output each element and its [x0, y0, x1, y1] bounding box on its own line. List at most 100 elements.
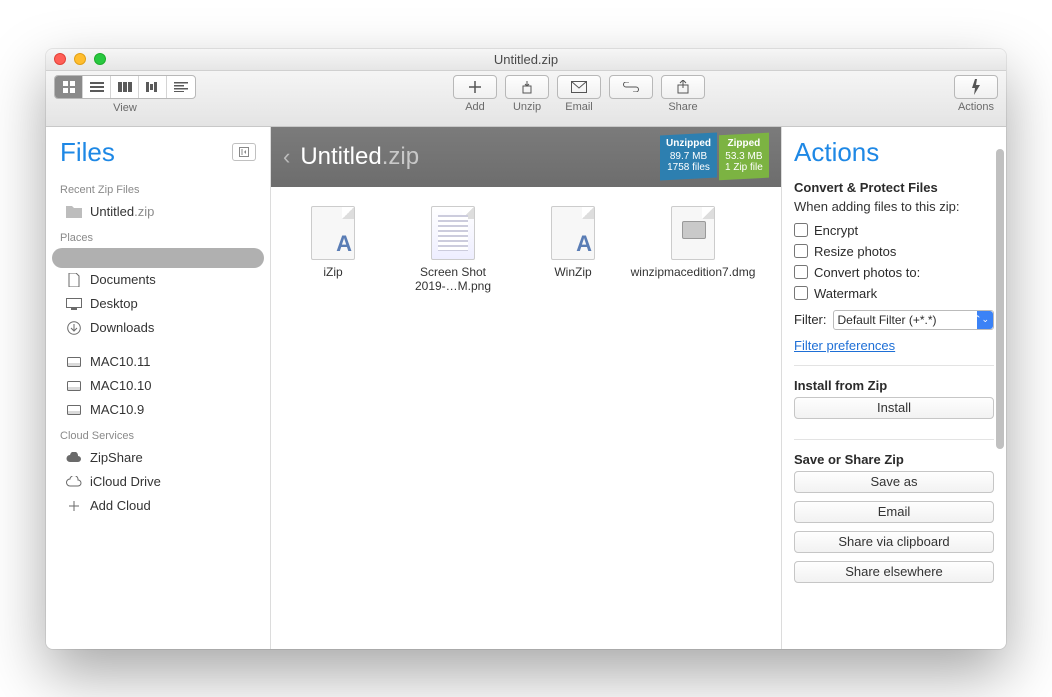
resize-label: Resize photos	[814, 244, 896, 259]
watermark-label: Watermark	[814, 286, 877, 301]
zip-ext: .zip	[382, 143, 419, 170]
place-label: Downloads	[90, 320, 154, 335]
recent-zip-item[interactable]: Untitled.zip	[52, 200, 264, 224]
filter-value: Default Filter (+*.*)	[838, 313, 937, 327]
recent-name: Untitled	[90, 204, 134, 219]
view-list-button[interactable]	[83, 76, 111, 98]
unzip-button[interactable]	[505, 75, 549, 99]
back-button[interactable]: ‹	[283, 144, 290, 170]
unzipped-label: Unzipped	[666, 138, 711, 149]
actions-title: Actions	[794, 137, 994, 168]
cloud-add[interactable]: Add Cloud	[52, 494, 264, 518]
view-gallery-button[interactable]	[139, 76, 167, 98]
minimize-window-button[interactable]	[74, 53, 86, 65]
unzipped-size: 89.7 MB	[666, 151, 711, 162]
unzipped-stat: Unzipped 89.7 MB 1758 files	[660, 133, 717, 181]
email-label: Email	[565, 101, 593, 113]
file-item[interactable]: winzipmacedition7.dmg	[643, 205, 743, 293]
view-segmented-control	[54, 75, 196, 99]
disk-icon	[66, 402, 82, 418]
watermark-row[interactable]: Watermark	[794, 283, 994, 304]
resize-row[interactable]: Resize photos	[794, 241, 994, 262]
zipped-label: Zipped	[725, 138, 763, 149]
convert-photos-checkbox[interactable]	[794, 265, 808, 279]
place-item-selected[interactable]	[52, 248, 264, 268]
divider	[794, 365, 994, 366]
file-item[interactable]: A WinZip	[523, 205, 623, 293]
zoom-window-button[interactable]	[94, 53, 106, 65]
view-column-button[interactable]	[111, 76, 139, 98]
toolbar: View Add Unzip Email Share	[46, 71, 1006, 127]
actions-button[interactable]	[954, 75, 998, 99]
chevron-updown-icon: ⌃⌄	[974, 314, 989, 325]
file-grid: A iZip Screen Shot 2019-…M.png A WinZip …	[271, 187, 781, 649]
document-icon	[66, 272, 82, 288]
main-header: ‹ Untitled.zip Unzipped 89.7 MB 1758 fil…	[271, 127, 781, 187]
places-header: Places	[46, 224, 270, 248]
cloud-label: iCloud Drive	[90, 474, 161, 489]
share-label: Share	[668, 101, 697, 113]
collapse-sidebar-button[interactable]	[232, 143, 256, 161]
app-icon: A	[541, 205, 605, 261]
scrollbar-thumb[interactable]	[996, 149, 1004, 449]
cloud-icloud[interactable]: iCloud Drive	[52, 470, 264, 494]
place-desktop[interactable]: Desktop	[52, 292, 264, 316]
file-item[interactable]: Screen Shot 2019-…M.png	[403, 205, 503, 293]
volume-item[interactable]: MAC10.10	[52, 374, 264, 398]
share-button[interactable]	[661, 75, 705, 99]
unzipped-files: 1758 files	[666, 162, 711, 173]
encrypt-checkbox[interactable]	[794, 223, 808, 237]
desktop-icon	[66, 296, 82, 312]
cloud-label: ZipShare	[90, 450, 143, 465]
volume-item[interactable]: MAC10.11	[52, 350, 264, 374]
encrypt-row[interactable]: Encrypt	[794, 220, 994, 241]
watermark-checkbox[interactable]	[794, 286, 808, 300]
file-item[interactable]: A iZip	[283, 205, 383, 293]
filter-preferences-link[interactable]: Filter preferences	[794, 338, 895, 353]
content-area: Files Recent Zip Files Untitled.zip Plac…	[46, 127, 1006, 649]
dmg-icon	[661, 205, 725, 261]
close-window-button[interactable]	[54, 53, 66, 65]
plus-icon	[66, 498, 82, 514]
place-label: Desktop	[90, 296, 138, 311]
volume-label: MAC10.10	[90, 378, 151, 393]
email-button[interactable]	[557, 75, 601, 99]
email-action-button[interactable]: Email	[794, 501, 994, 523]
share-clipboard-button[interactable]: Share via clipboard	[794, 531, 994, 553]
add-button[interactable]	[453, 75, 497, 99]
zip-name: Untitled	[300, 143, 381, 170]
save-as-button[interactable]: Save as	[794, 471, 994, 493]
zip-stats: Unzipped 89.7 MB 1758 files Zipped 53.3 …	[660, 134, 769, 179]
convert-sub: When adding files to this zip:	[794, 199, 994, 214]
file-name: WinZip	[554, 265, 591, 279]
place-downloads[interactable]: Downloads	[52, 316, 264, 340]
filter-select[interactable]: Default Filter (+*.*) ⌃⌄	[833, 310, 995, 330]
disk-icon	[66, 354, 82, 370]
volume-item[interactable]: MAC10.9	[52, 398, 264, 422]
place-documents[interactable]: Documents	[52, 268, 264, 292]
scrollbar-track	[994, 149, 1004, 641]
cloud-outline-icon	[66, 474, 82, 490]
recent-header: Recent Zip Files	[46, 176, 270, 200]
view-label: View	[113, 102, 137, 114]
image-icon	[421, 205, 485, 261]
zip-title: Untitled.zip	[300, 143, 419, 171]
resize-checkbox[interactable]	[794, 244, 808, 258]
place-label: Documents	[90, 272, 156, 287]
add-label: Add	[465, 101, 485, 113]
link-button[interactable]	[609, 75, 653, 99]
install-button[interactable]: Install	[794, 397, 994, 419]
actions-label: Actions	[958, 101, 994, 113]
actions-panel: Actions Convert & Protect Files When add…	[781, 127, 1006, 649]
window-title: Untitled.zip	[494, 52, 558, 67]
zipped-stat: Zipped 53.3 MB 1 Zip file	[719, 133, 769, 181]
convert-photos-row[interactable]: Convert photos to:	[794, 262, 994, 283]
sidebar: Files Recent Zip Files Untitled.zip Plac…	[46, 127, 271, 649]
cloud-zipshare[interactable]: ZipShare	[52, 446, 264, 470]
view-icon-button[interactable]	[55, 76, 83, 98]
share-elsewhere-button[interactable]: Share elsewhere	[794, 561, 994, 583]
file-name: Screen Shot 2019-…M.png	[403, 265, 503, 293]
volume-label: MAC10.9	[90, 402, 144, 417]
sidebar-title: Files	[60, 137, 115, 168]
view-detail-button[interactable]	[167, 76, 195, 98]
